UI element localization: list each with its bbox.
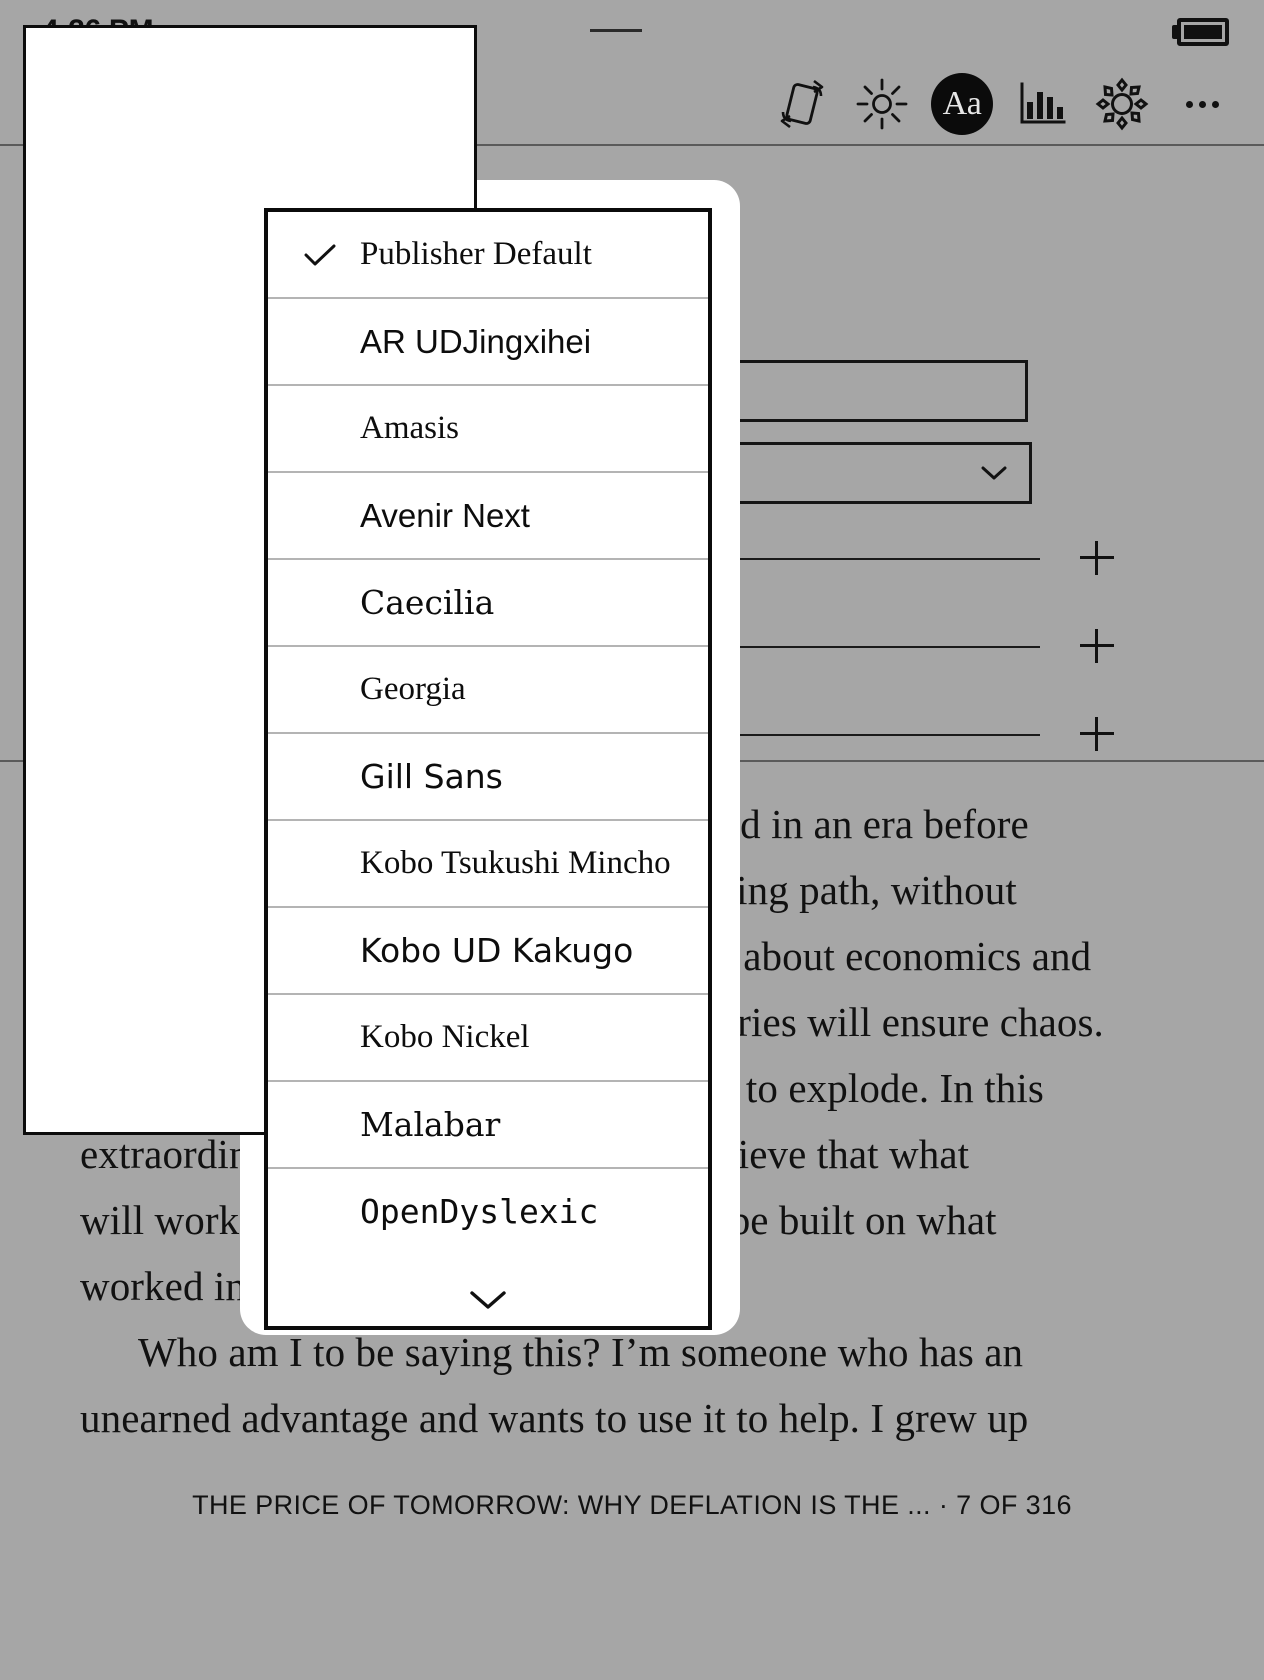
check-icon	[304, 244, 336, 265]
font-aa-icon[interactable]: Aa	[922, 62, 1002, 146]
font-dropdown-item[interactable]: OpenDyslexic	[268, 1169, 708, 1254]
battery-level-fill	[1184, 25, 1222, 39]
font-dropdown-more-button[interactable]	[268, 1254, 708, 1326]
ereader-screen: 4:26 PM Back to Home	[0, 0, 1264, 1680]
book-line: unearned advantage and wants to use it t…	[80, 1395, 1029, 1441]
font-dropdown-item[interactable]: Malabar	[268, 1082, 708, 1169]
supplementary-font-select[interactable]	[716, 442, 1032, 504]
font-dropdown-item-label: Amasis	[360, 410, 459, 446]
font-aa-label: Aa	[931, 73, 993, 135]
font-dropdown-item-label: Georgia	[360, 671, 466, 707]
reading-stats-icon[interactable]	[1002, 62, 1082, 146]
margins-plus-icon[interactable]	[1080, 717, 1114, 751]
settings-gear-icon[interactable]	[1082, 62, 1162, 146]
font-dropdown-item[interactable]: Kobo UD Kakugo	[268, 908, 708, 995]
font-dropdown-item-label: Gill Sans	[360, 757, 503, 796]
chevron-down-icon	[470, 1291, 506, 1309]
book-line: Who am I to be saying this? I’m someone …	[138, 1329, 1024, 1375]
font-dropdown-item-label: OpenDyslexic	[360, 1192, 599, 1231]
font-face-dropdown: Publisher Default AR UDJingxihei Amasis Ave…	[264, 208, 712, 1330]
brightness-icon[interactable]	[842, 62, 922, 146]
font-dropdown-item[interactable]: Kobo Nickel	[268, 995, 708, 1082]
font-dropdown-item[interactable]: AR UDJingxihei	[268, 299, 708, 386]
font-dropdown-item-label: Publisher Default	[360, 236, 592, 272]
more-options-icon[interactable]	[1162, 62, 1242, 146]
font-dropdown-item-label: Avenir Next	[360, 496, 530, 534]
font-dropdown-item[interactable]: Caecilia	[268, 560, 708, 647]
font-dropdown-item-label: Kobo Nickel	[360, 1019, 530, 1055]
font-dropdown-item[interactable]: Amasis	[268, 386, 708, 473]
font-dropdown-item-label: Malabar	[360, 1105, 501, 1144]
toolbar-icon-group: Aa	[762, 62, 1242, 146]
font-dropdown-item-label: Caecilia	[360, 583, 495, 622]
chevron-down-icon	[981, 466, 1007, 480]
line-spacing-plus-icon[interactable]	[1080, 629, 1114, 663]
font-dropdown-item-label: Kobo UD Kakugo	[360, 931, 634, 970]
font-dropdown-item[interactable]: Kobo Tsukushi Mincho	[268, 821, 708, 908]
font-dropdown-item-label: Kobo Tsukushi Mincho	[360, 845, 671, 881]
rotate-screen-icon[interactable]	[762, 62, 842, 146]
more-options-dots	[1185, 100, 1219, 108]
font-dropdown-list: Publisher Default AR UDJingxihei Amasis Ave…	[268, 212, 708, 1254]
font-dropdown-item[interactable]: Georgia	[268, 647, 708, 734]
font-dropdown-item[interactable]: Avenir Next	[268, 473, 708, 560]
book-footer-title: THE PRICE OF TOMORROW: WHY DEFLATION IS …	[192, 1490, 1072, 1520]
wifi-off-dash-icon	[590, 29, 642, 32]
font-dropdown-item[interactable]: Publisher Default	[268, 212, 708, 299]
font-size-plus-icon[interactable]	[1080, 541, 1114, 575]
battery-full-icon	[1177, 18, 1229, 46]
font-dropdown-item-label: AR UDJingxihei	[360, 322, 592, 360]
font-dropdown-item[interactable]: Gill Sans	[268, 734, 708, 821]
